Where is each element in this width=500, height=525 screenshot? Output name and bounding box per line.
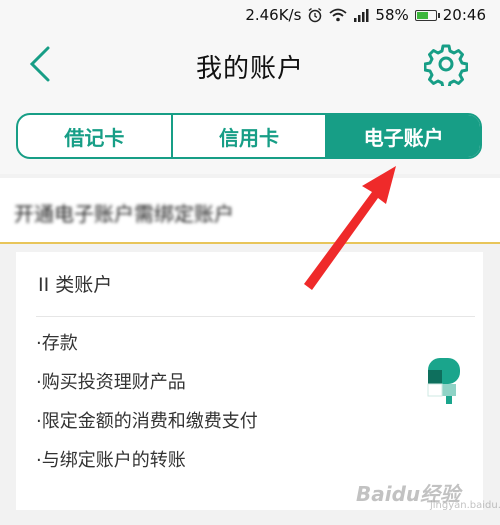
- status-bar: 2.46K/s 58% 20:46: [0, 0, 500, 30]
- app-header: 我的账户: [0, 30, 500, 102]
- list-item: ·存款: [36, 333, 78, 354]
- alarm-icon: [307, 7, 323, 23]
- list-item: ·限定金额的消费和缴费支付: [36, 411, 258, 432]
- account-tabs-bar: 借记卡 信用卡 电子账户: [0, 102, 500, 174]
- battery-icon: [414, 9, 440, 21]
- list-item: ·与绑定账户的转账: [36, 450, 186, 471]
- notice-banner: 开通电子账户需绑定账户: [0, 178, 500, 244]
- notice-text: 开通电子账户需绑定账户: [14, 202, 234, 226]
- watermark-sub: jingyan.baidu.com: [430, 500, 500, 511]
- tab-label: 借记卡: [64, 125, 125, 150]
- network-speed: 2.46K/s: [245, 6, 302, 24]
- battery-fill: [416, 11, 429, 19]
- account-tabs: 借记卡 信用卡 电子账户: [16, 113, 482, 159]
- list-item: ·购买投资理财产品: [36, 372, 186, 393]
- settings-button[interactable]: [423, 42, 469, 90]
- tab-label: 电子账户: [363, 125, 444, 150]
- signal-icon: [353, 8, 369, 22]
- card-title: II 类账户: [38, 274, 113, 296]
- tab-debit-card[interactable]: 借记卡: [18, 115, 173, 157]
- feature-list: ·存款 ·购买投资理财产品 ·限定金额的消费和缴费支付 ·与绑定账户的转账: [36, 324, 258, 480]
- wifi-icon: [329, 8, 348, 22]
- tab-electronic-account[interactable]: 电子账户: [327, 115, 480, 157]
- tab-label: 信用卡: [219, 125, 279, 150]
- gear-icon: [423, 44, 469, 90]
- battery-percent: 58%: [375, 6, 409, 24]
- card-divider: [36, 316, 475, 317]
- account-graphic-icon: [427, 358, 460, 404]
- account-info-card: II 类账户 ·存款 ·购买投资理财产品 ·限定金额的消费和缴费支付 ·与绑定账…: [16, 252, 483, 510]
- tab-credit-card[interactable]: 信用卡: [173, 115, 328, 157]
- clock: 20:46: [442, 6, 486, 24]
